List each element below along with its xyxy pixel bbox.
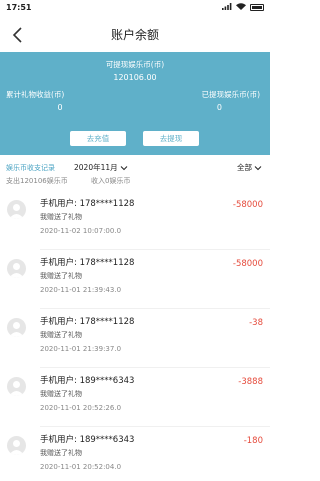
gift-income-value: 0 xyxy=(57,103,63,112)
list-item[interactable]: 手机用户: 189****6343 我赠送了礼物 2020-11-01 20:5… xyxy=(0,367,270,427)
list-item[interactable]: 手机用户: 178****1128 我赠送了礼物 2020-11-01 21:3… xyxy=(0,249,270,309)
record-amount: -3888 xyxy=(238,377,263,387)
month-label: 2020年11月 xyxy=(74,163,118,172)
avatar xyxy=(7,259,26,278)
user-avatar-icon xyxy=(9,381,24,396)
list-item[interactable]: 手机用户: 178****1128 我赠送了礼物 2020-11-02 10:0… xyxy=(0,190,270,250)
record-desc: 我赠送了礼物 xyxy=(40,272,82,280)
withdrawable-value: 120106.00 xyxy=(113,73,157,82)
status-bar: 17:51 xyxy=(0,0,270,18)
record-user: 手机用户: 178****1128 xyxy=(40,199,135,209)
status-time: 17:51 xyxy=(6,3,32,12)
list-item[interactable]: 手机用户: 178****1128 我赠送了礼物 2020-11-01 21:3… xyxy=(0,308,270,368)
user-avatar-icon xyxy=(9,263,24,278)
wifi-icon xyxy=(236,3,246,12)
battery-icon xyxy=(250,4,264,11)
type-filter[interactable]: 全部 xyxy=(237,162,262,173)
user-avatar-icon xyxy=(9,440,24,455)
record-desc: 我赠送了礼物 xyxy=(40,331,82,339)
record-amount: -58000 xyxy=(232,200,263,210)
record-time: 2020-11-01 20:52:04.0 xyxy=(40,463,122,471)
record-desc: 我赠送了礼物 xyxy=(40,213,82,221)
record-desc: 我赠送了礼物 xyxy=(40,390,82,398)
record-time: 2020-11-01 20:52:26.0 xyxy=(40,404,122,412)
record-amount: -180 xyxy=(243,436,263,446)
nav-bar: 账户余额 xyxy=(0,18,270,52)
page-title: 账户余额 xyxy=(110,28,159,42)
avatar xyxy=(7,377,26,396)
records-title: 娱乐币收支记录 xyxy=(6,164,55,172)
gift-income-label: 累计礼物收益(币) xyxy=(6,90,65,99)
record-time: 2020-11-01 21:39:43.0 xyxy=(40,286,122,294)
record-desc: 我赠送了礼物 xyxy=(40,449,82,457)
withdrawn-label: 已提现娱乐币(币) xyxy=(201,90,260,99)
record-amount: -58000 xyxy=(232,259,263,269)
record-user: 手机用户: 178****1128 xyxy=(40,317,135,327)
withdrawable-label: 可提现娱乐币(币) xyxy=(105,60,165,69)
avatar xyxy=(7,200,26,219)
summary-income: 收入0娱乐币 xyxy=(91,177,131,185)
user-avatar-icon xyxy=(9,204,24,219)
record-amount: -38 xyxy=(249,318,263,328)
withdrawn-value: 0 xyxy=(216,103,222,112)
recharge-button[interactable]: 去充值 xyxy=(70,131,126,146)
type-filter-label: 全部 xyxy=(237,163,252,172)
month-selector[interactable]: 2020年11月 xyxy=(74,162,128,173)
signal-icon xyxy=(222,3,232,12)
record-user: 手机用户: 189****6343 xyxy=(40,376,135,386)
chevron-down-icon xyxy=(254,165,262,170)
list-item[interactable]: 手机用户: 189****6343 我赠送了礼物 2020-11-01 20:5… xyxy=(0,426,270,481)
record-user: 手机用户: 189****6343 xyxy=(40,435,135,445)
user-avatar-icon xyxy=(9,322,24,337)
record-time: 2020-11-02 10:07:00.0 xyxy=(40,227,122,235)
summary-expense: 支出120106娱乐币 xyxy=(6,177,68,185)
chevron-down-icon xyxy=(120,165,127,170)
status-icons xyxy=(222,3,264,12)
balance-panel: 可提现娱乐币(币) 120106.00 累计礼物收益(币) 0 已提现娱乐币(币… xyxy=(0,52,270,155)
avatar xyxy=(7,318,26,337)
filter-bar: 娱乐币收支记录 2020年11月 全部 支出120106娱乐币 收入0娱乐币 xyxy=(0,156,270,190)
avatar xyxy=(7,436,26,455)
record-time: 2020-11-01 21:39:37.0 xyxy=(40,345,122,353)
withdraw-button[interactable]: 去提现 xyxy=(143,131,199,146)
record-user: 手机用户: 178****1128 xyxy=(40,258,135,268)
